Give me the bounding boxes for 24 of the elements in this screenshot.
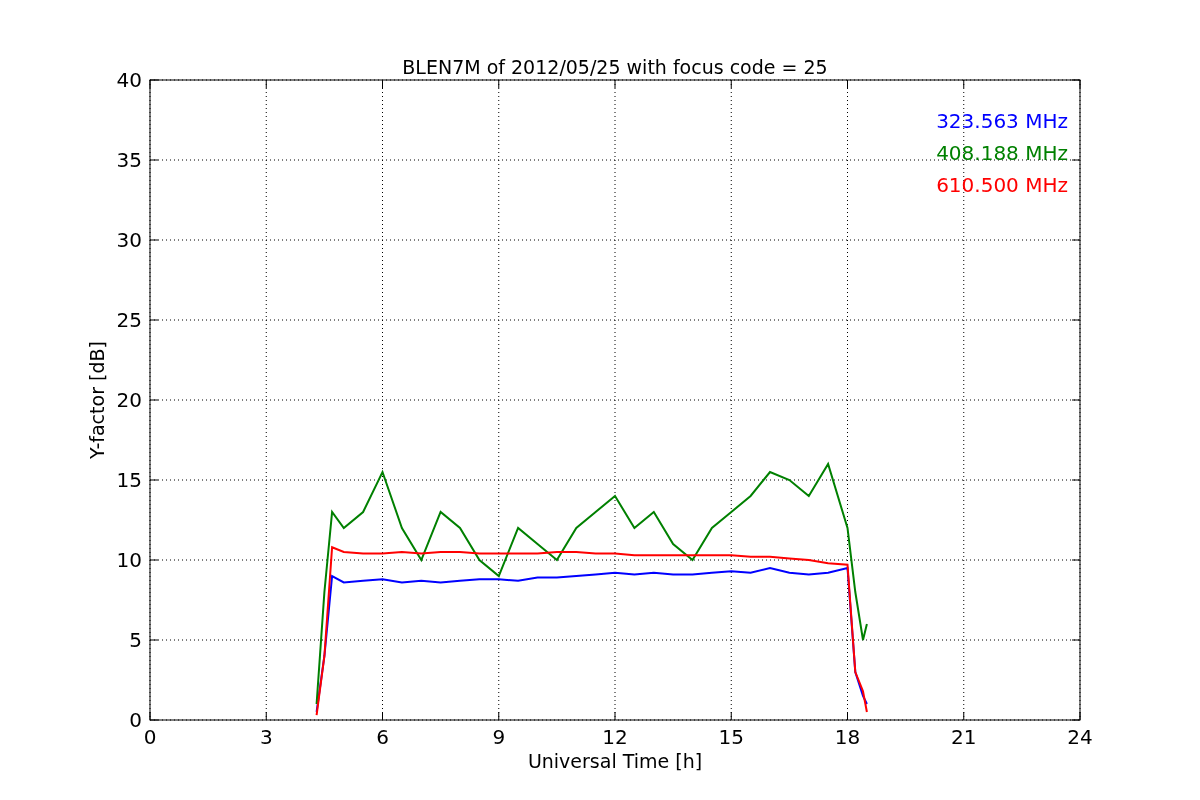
chart-title: BLEN7M of 2012/05/25 with focus code = 25 (402, 56, 828, 78)
tick-label: 40 (116, 68, 142, 92)
legend-label: 610.500 MHz (936, 173, 1068, 197)
tick-label: 25 (116, 308, 142, 332)
tick-label: 6 (376, 725, 389, 749)
y-axis-label: Y-factor [dB] (86, 341, 108, 459)
legend-label: 408.188 MHz (936, 141, 1068, 165)
tick-label: 10 (116, 548, 142, 572)
tick-label: 20 (116, 388, 142, 412)
legend-label: 323.563 MHz (936, 109, 1068, 133)
tick-label: 9 (492, 725, 506, 749)
tick-label: 30 (116, 228, 142, 252)
tick-label: 0 (143, 725, 157, 749)
tick-label: 35 (116, 148, 142, 172)
tick-label: 24 (1067, 725, 1093, 749)
tick-label: 15 (718, 725, 744, 749)
tick-label: 0 (129, 708, 142, 732)
tick-label: 5 (129, 628, 142, 652)
tick-label: 21 (951, 725, 977, 749)
x-axis-label: Universal Time [h] (527, 750, 703, 772)
tick-label: 12 (602, 725, 628, 749)
tick-label: 15 (116, 468, 142, 492)
tick-label: 18 (834, 725, 861, 749)
tick-label: 3 (259, 725, 273, 749)
